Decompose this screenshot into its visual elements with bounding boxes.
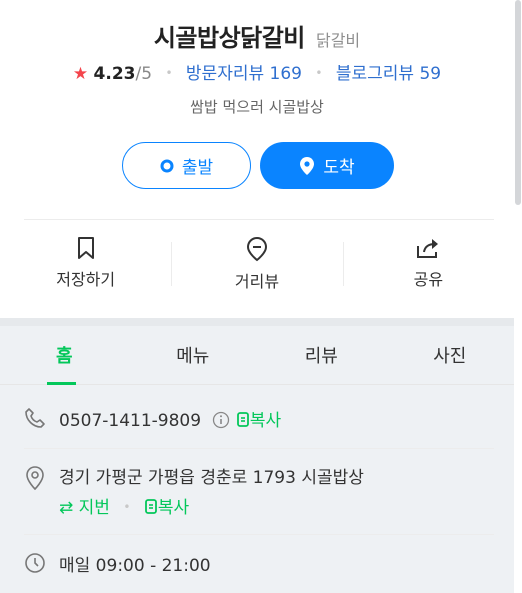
hours-text: 매일 09:00 - 21:00: [59, 556, 211, 576]
copy-label: 복사: [249, 411, 282, 431]
copy-label: 복사: [157, 498, 190, 518]
scrollbar-thumb[interactable]: [515, 0, 521, 205]
phone-number[interactable]: 0507-1411-9809: [59, 411, 201, 431]
blog-reviews-link[interactable]: 블로그리뷰 59: [336, 64, 441, 84]
tab-photos[interactable]: 사진: [386, 326, 515, 384]
street-view-label: 거리뷰: [234, 272, 280, 291]
visitor-reviews-count: 169: [269, 64, 302, 84]
route-start-button[interactable]: 출발: [122, 142, 251, 189]
share-button[interactable]: 공유: [342, 230, 514, 302]
route-start-label: 출발: [181, 158, 214, 178]
divider: [24, 219, 494, 220]
separator-dot: •: [123, 500, 131, 514]
location-pin-icon: [300, 156, 315, 175]
place-panel: 시골밥상닭갈비 닭갈비 ★ 4.23/5 • 방문자리뷰 169 • 블로그리뷰…: [0, 0, 514, 576]
route-arrive-label: 도착: [323, 158, 355, 178]
place-description: 쌈밥 먹으러 시골밥상: [190, 98, 324, 116]
place-header: 시골밥상닭갈비 닭갈비 ★ 4.23/5 • 방문자리뷰 169 • 블로그리뷰…: [0, 0, 514, 318]
separator-dot: •: [315, 66, 323, 80]
place-name: 시골밥상닭갈비: [153, 24, 306, 52]
copy-address-button[interactable]: 복사: [144, 498, 189, 518]
address-text: 경기 가평군 가평읍 경춘로 1793 시골밥상: [59, 468, 364, 488]
start-point-icon: [160, 159, 174, 172]
rating-value: 4.23: [93, 64, 136, 84]
share-icon: [417, 239, 439, 258]
info-section: 0507-1411-9809 복사 경기 가평군 가평읍 경춘로 1793 시골…: [0, 386, 514, 593]
route-arrive-button[interactable]: 도착: [260, 142, 394, 189]
rating-max: /5: [135, 64, 153, 84]
meta-row: ★ 4.23/5 • 방문자리뷰 169 • 블로그리뷰 59: [0, 59, 514, 84]
map-pin-icon: [26, 466, 44, 491]
visitor-reviews-label: 방문자리뷰: [185, 64, 265, 84]
tab-menu[interactable]: 메뉴: [129, 326, 258, 384]
bookmark-icon: [77, 237, 94, 259]
clock-icon: [25, 553, 45, 573]
phone-row: 0507-1411-9809 복사: [24, 386, 494, 449]
copy-icon: [144, 499, 157, 514]
hours-row[interactable]: 매일 09:00 - 21:00: [24, 535, 494, 593]
scrollbar[interactable]: [514, 0, 522, 593]
swap-arrows-icon: ⇄: [59, 498, 74, 518]
section-gap: [0, 318, 514, 326]
star-icon: ★: [72, 64, 89, 84]
save-button[interactable]: 저장하기: [0, 230, 171, 302]
copy-icon: [236, 412, 249, 427]
tab-reviews[interactable]: 리뷰: [257, 326, 386, 384]
share-label: 공유: [413, 270, 444, 289]
blog-reviews-count: 59: [419, 64, 442, 84]
lot-number-label: 지번: [78, 498, 110, 518]
copy-phone-button[interactable]: 복사: [236, 411, 281, 431]
lot-number-button[interactable]: ⇄ 지번: [59, 498, 110, 518]
save-label: 저장하기: [56, 270, 116, 289]
tab-home[interactable]: 홈: [0, 326, 129, 385]
phone-icon: [25, 408, 45, 428]
blog-reviews-label: 블로그리뷰: [335, 64, 415, 84]
action-bar: 저장하기 거리뷰 공유: [0, 230, 514, 302]
address-row: 경기 가평군 가평읍 경춘로 1793 시골밥상 ⇄ 지번 • 복사: [24, 449, 494, 535]
info-icon[interactable]: [212, 411, 230, 429]
title-row: 시골밥상닭갈비 닭갈비: [0, 18, 514, 53]
place-category: 닭갈비: [315, 31, 361, 50]
tab-bar: 홈 메뉴 리뷰 사진: [0, 326, 514, 385]
separator-dot: •: [165, 66, 173, 80]
street-view-button[interactable]: 거리뷰: [171, 230, 342, 302]
visitor-reviews-link[interactable]: 방문자리뷰 169: [186, 64, 302, 84]
street-view-icon: [246, 236, 267, 262]
